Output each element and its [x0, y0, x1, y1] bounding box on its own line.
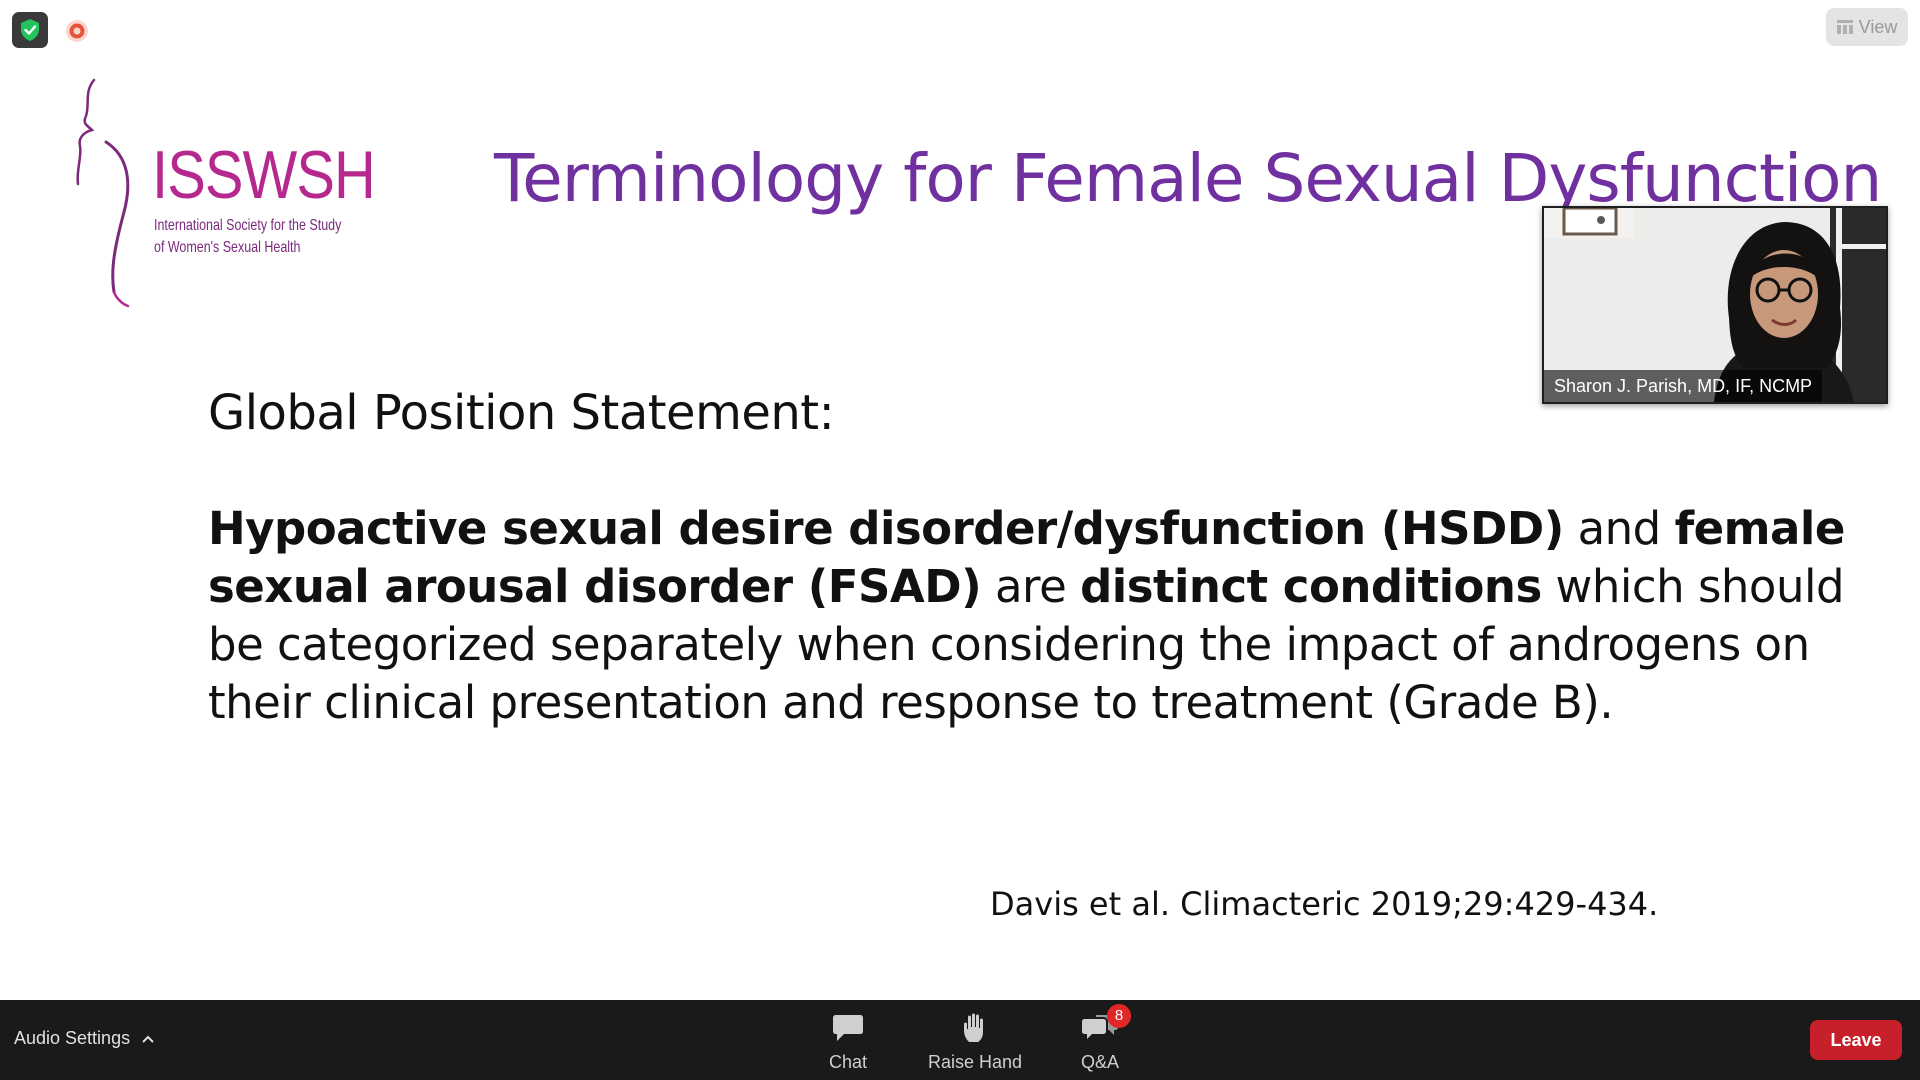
- speaker-video-tile[interactable]: Sharon J. Parish, MD, IF, NCMP: [1542, 206, 1888, 404]
- meeting-toolbar: Audio Settings Chat Raise Hand 8 Q&A Lea…: [0, 1000, 1920, 1080]
- raise-hand-icon: [964, 1013, 983, 1042]
- logo-subtitle: International Society for the Study of W…: [154, 215, 341, 259]
- logo-subtitle-line2: of Women's Sexual Health: [154, 239, 301, 256]
- view-button[interactable]: View: [1826, 8, 1908, 46]
- qa-button[interactable]: 8 Q&A: [1045, 1004, 1155, 1074]
- shared-slide: ISSWSH International Society for the Stu…: [0, 60, 1920, 1000]
- view-button-label: View: [1858, 16, 1898, 37]
- raise-hand-label: Raise Hand: [927, 1052, 1023, 1072]
- logo-silhouette-icon: [76, 78, 130, 308]
- statement-text-1: and: [1563, 502, 1675, 555]
- view-grid-icon: [1836, 20, 1853, 34]
- chat-label: Chat: [828, 1052, 868, 1072]
- position-statement-body: Hypoactive sexual desire disorder/dysfun…: [208, 500, 1868, 732]
- speaker-name-label: Sharon J. Parish, MD, IF, NCMP: [1544, 370, 1823, 402]
- isswsh-logo: ISSWSH International Society for the Stu…: [70, 72, 376, 312]
- statement-text-2: are: [981, 560, 1081, 613]
- audio-settings-label: Audio Settings: [14, 1028, 131, 1048]
- logo-wordmark: ISSWSH: [152, 137, 376, 213]
- chat-button[interactable]: Chat: [793, 1008, 903, 1074]
- qa-unread-badge: 8: [1107, 1004, 1131, 1028]
- leave-button[interactable]: Leave: [1810, 1020, 1902, 1060]
- chevron-up-icon: [142, 1035, 154, 1043]
- raise-hand-button[interactable]: Raise Hand: [920, 1008, 1030, 1074]
- statement-bold-hsdd: Hypoactive sexual desire disorder/dysfun…: [208, 502, 1564, 555]
- logo-subtitle-line1: International Society for the Study: [154, 217, 342, 234]
- position-statement-heading: Global Position Statement:: [208, 385, 835, 441]
- security-shield-icon[interactable]: [12, 12, 48, 48]
- qa-label: Q&A: [1080, 1052, 1119, 1072]
- chat-bubble-icon: [833, 1015, 863, 1041]
- citation: Davis et al. Climacteric 2019;29:429-434…: [990, 885, 1659, 923]
- record-icon[interactable]: [62, 16, 92, 46]
- statement-bold-distinct: distinct conditions: [1080, 560, 1542, 613]
- audio-settings-button[interactable]: Audio Settings: [14, 1028, 154, 1049]
